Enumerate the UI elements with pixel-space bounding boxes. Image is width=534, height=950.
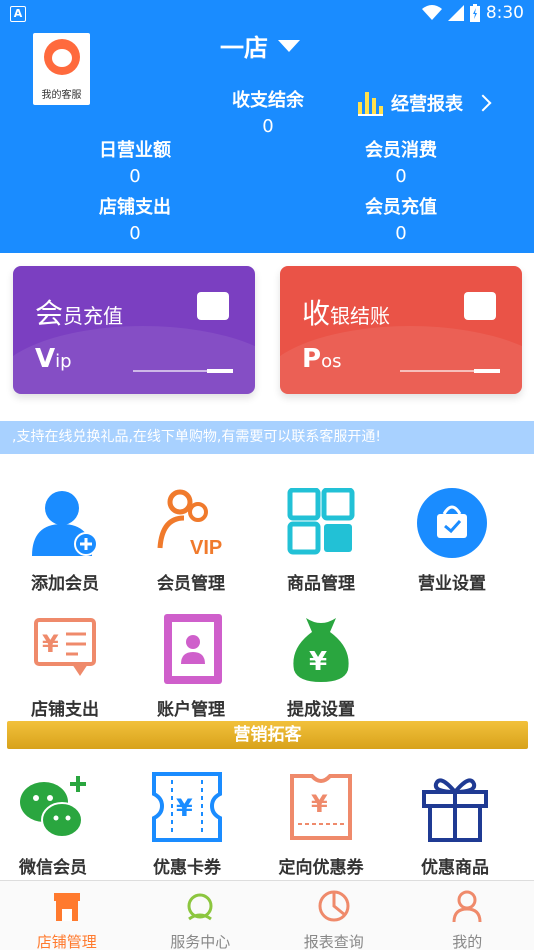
svg-text:¥: ¥ [311, 790, 328, 818]
member-recharge-stat: 会员充值 0 [351, 193, 451, 244]
battery-icon [469, 4, 480, 22]
checkout-card-sub: Pos [302, 344, 342, 374]
add-member-item[interactable]: 添加会员 [0, 488, 130, 594]
expense-bill-icon: ¥ [34, 618, 96, 676]
store-expense-label: 店铺支出 [99, 197, 171, 218]
tab-reports[interactable]: 报表查询 [267, 881, 401, 950]
wifi-icon [421, 5, 442, 20]
business-settings-label: 营业设置 [418, 574, 486, 594]
member-recharge-label: 会员充值 [365, 197, 437, 218]
add-member-label: 添加会员 [31, 574, 99, 594]
status-bar: A 8:30 [0, 0, 534, 28]
customer-service-button[interactable]: 我的客服 [33, 33, 90, 105]
gift-icon [422, 778, 488, 842]
signal-icon [447, 5, 464, 21]
bottom-tab-bar: 店铺管理 服务中心 报表查询 我的 [0, 880, 534, 950]
wechat-member-item[interactable]: 微信会员 [0, 772, 118, 878]
svg-text:¥: ¥ [42, 630, 59, 658]
svg-text:VIP: VIP [190, 537, 222, 558]
targeted-coupon-item[interactable]: ¥ 定向优惠券 [256, 772, 386, 878]
customer-service-icon [44, 39, 80, 75]
targeted-coupon-icon: ¥ [290, 774, 352, 840]
account-book-icon [164, 614, 222, 684]
tab-service-label: 服务中心 [170, 933, 231, 950]
discount-card-item[interactable]: ¥ 优惠卡券 [122, 772, 252, 878]
member-manage-item[interactable]: VIP 会员管理 [126, 488, 256, 594]
business-settings-item[interactable]: 营业设置 [387, 488, 517, 594]
tab-store-label: 店铺管理 [36, 933, 97, 950]
tab-store[interactable]: 店铺管理 [0, 881, 134, 950]
add-member-icon [32, 491, 98, 556]
service-headset-icon [187, 893, 213, 921]
daily-revenue-stat: 日营业额 0 [85, 136, 185, 187]
daily-revenue-value: 0 [129, 166, 141, 187]
discount-goods-item[interactable]: 优惠商品 [390, 772, 520, 878]
daily-revenue-label: 日营业额 [99, 140, 171, 161]
account-manage-item[interactable]: 账户管理 [126, 614, 256, 720]
recharge-card-sub: Vip [35, 344, 72, 374]
discount-goods-label: 优惠商品 [421, 858, 489, 878]
shop-bag-icon [417, 488, 487, 558]
member-recharge-value: 0 [395, 223, 407, 244]
balance-value: 0 [262, 116, 274, 137]
notification-a-icon: A [10, 6, 26, 22]
coupon-card-icon: ¥ [152, 772, 222, 842]
marketing-banner: 营销拓客 [7, 721, 528, 749]
commission-settings-label: 提成设置 [287, 700, 355, 720]
store-selector[interactable]: 一店 [220, 28, 300, 63]
header: 我的客服 一店 收支结余 0 经营报表 日营业额 0 会员消费 0 店铺支出 0… [0, 28, 534, 253]
balance-label: 收支结余 [232, 90, 304, 111]
goods-manage-item[interactable]: 商品管理 [256, 487, 386, 594]
card-icon [197, 292, 229, 320]
member-spend-stat: 会员消费 0 [351, 136, 451, 187]
tab-service[interactable]: 服务中心 [134, 881, 268, 950]
store-expense-value: 0 [129, 223, 141, 244]
svg-text:¥: ¥ [309, 647, 327, 677]
balance-stat: 收支结余 0 [218, 86, 318, 137]
recharge-card-title: 会员充值 [35, 297, 124, 330]
customer-service-label: 我的客服 [41, 90, 82, 101]
tab-reports-label: 报表查询 [303, 933, 364, 950]
grid-goods-icon [287, 487, 355, 555]
chevron-right-icon [474, 94, 492, 112]
discount-card-label: 优惠卡券 [153, 858, 221, 878]
store-expense-item[interactable]: ¥ 店铺支出 [0, 614, 130, 720]
clock: 8:30 [485, 3, 524, 23]
wechat-member-label: 微信会员 [19, 858, 87, 878]
commission-settings-item[interactable]: ¥ 提成设置 [256, 614, 386, 720]
targeted-coupon-label: 定向优惠券 [278, 858, 364, 878]
member-spend-value: 0 [395, 166, 407, 187]
bar-chart-icon [358, 90, 383, 116]
caret-down-icon [278, 39, 300, 52]
tab-mine[interactable]: 我的 [401, 881, 534, 950]
vip-member-icon: VIP [157, 489, 222, 559]
checkout-card[interactable]: 收银结账 Pos [280, 266, 522, 394]
notice-marquee: ,支持在线兑换礼品,在线下单购物,有需要可以联系客服开通! [0, 421, 534, 454]
svg-text:¥: ¥ [176, 794, 193, 822]
tab-mine-label: 我的 [452, 933, 483, 950]
user-icon [452, 890, 482, 923]
report-label: 经营报表 [391, 94, 463, 115]
store-icon [53, 893, 80, 921]
member-recharge-card[interactable]: 会员充值 Vip [13, 266, 255, 394]
pie-chart-icon [318, 890, 350, 922]
member-spend-label: 会员消费 [365, 140, 437, 161]
status-right: 8:30 [421, 3, 524, 23]
pos-icon [464, 292, 496, 320]
goods-manage-label: 商品管理 [287, 574, 355, 594]
member-manage-label: 会员管理 [157, 574, 225, 594]
report-link[interactable]: 经营报表 [358, 90, 492, 116]
account-manage-label: 账户管理 [157, 700, 225, 720]
money-bag-icon: ¥ [293, 618, 349, 682]
store-name: 一店 [220, 34, 268, 62]
wechat-icon [20, 776, 86, 838]
store-expense-stat: 店铺支出 0 [85, 193, 185, 244]
store-expense-item-label: 店铺支出 [31, 700, 99, 720]
checkout-card-title: 收银结账 [302, 297, 391, 330]
